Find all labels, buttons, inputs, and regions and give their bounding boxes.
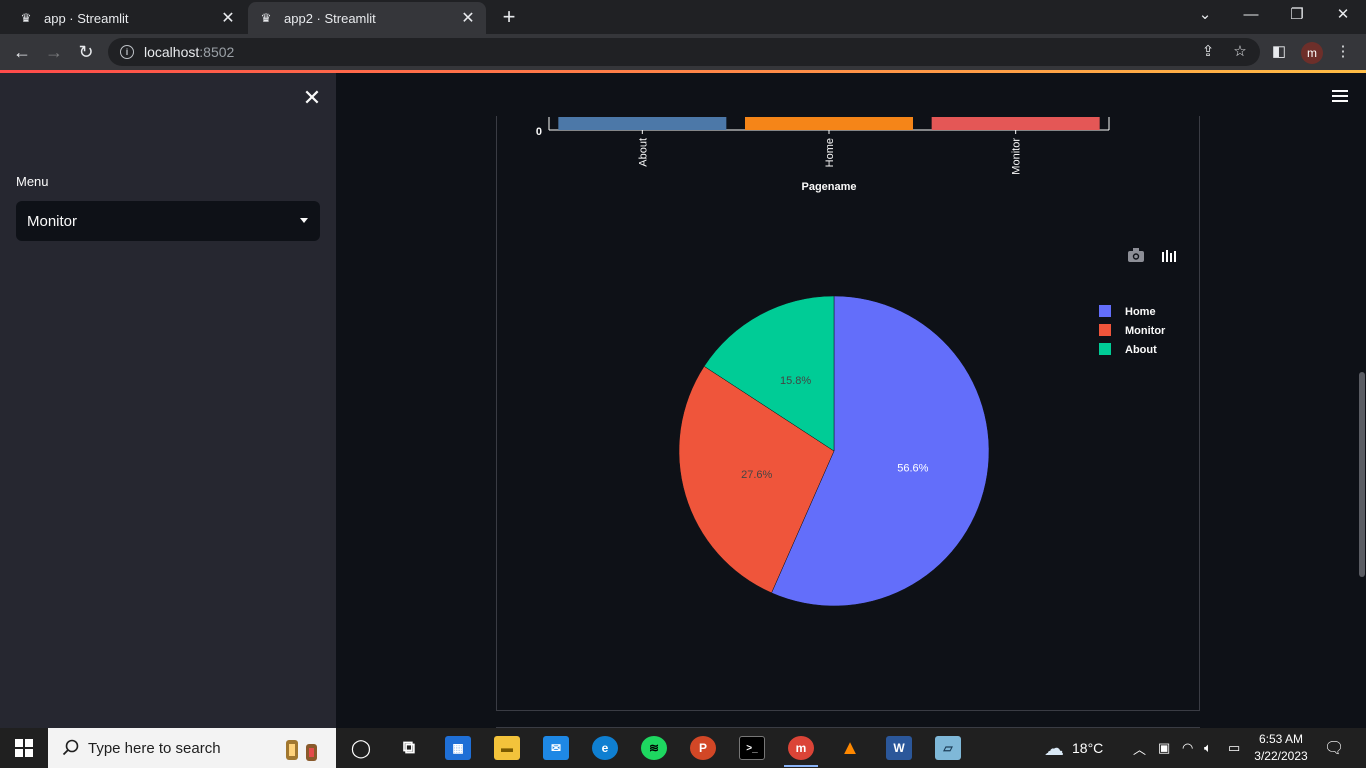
close-tab-icon[interactable]: ✕ bbox=[220, 8, 236, 28]
bar bbox=[745, 117, 913, 130]
lantern-decoration-icon bbox=[286, 740, 317, 761]
windows-start-icon[interactable] bbox=[0, 728, 48, 768]
show-hidden-icons-icon[interactable]: ︿ bbox=[1133, 728, 1146, 768]
menu-selectbox[interactable]: Monitor bbox=[16, 201, 320, 241]
legend-swatch bbox=[1099, 343, 1111, 355]
legend-item[interactable]: About bbox=[1125, 344, 1157, 356]
wifi-icon[interactable]: ◠ bbox=[1182, 728, 1193, 768]
x-tick-label: About bbox=[637, 138, 649, 167]
menu-label: Menu bbox=[16, 174, 49, 189]
volume-icon[interactable]: 🔈︎ bbox=[1204, 728, 1212, 768]
word-icon[interactable]: W bbox=[886, 736, 912, 760]
bookmark-star-icon[interactable]: ☆ bbox=[1229, 42, 1251, 60]
notifications-icon[interactable]: 🗨︎ bbox=[1324, 728, 1344, 768]
main-content: About Home Monitor 0 Pagename 56.6% 27.6% 15… bbox=[336, 73, 1366, 728]
tab-app2[interactable]: ♛ app2 · Streamlit ✕ bbox=[248, 2, 486, 34]
side-panel-icon[interactable]: ◧ bbox=[1268, 42, 1290, 60]
sidebar: ✕ Menu Monitor bbox=[0, 73, 336, 728]
legend-item[interactable]: Home bbox=[1125, 306, 1156, 318]
legend-item[interactable]: Monitor bbox=[1125, 325, 1166, 337]
y-tick-label: 0 bbox=[536, 126, 542, 138]
browser-menu-icon[interactable]: ⋮ bbox=[1332, 42, 1354, 60]
restore-icon[interactable]: ❐ bbox=[1274, 4, 1320, 26]
cortana-icon[interactable]: ◯ bbox=[348, 736, 374, 760]
x-axis-title: Pagename bbox=[801, 181, 856, 193]
x-tick-label: Monitor bbox=[1011, 138, 1023, 175]
search-placeholder: Type here to search bbox=[88, 739, 221, 757]
windows-taskbar: Type here to search ◯ ⧉ ▦ ▬ ✉ e ≋ P >_ m… bbox=[0, 728, 1366, 768]
bar bbox=[558, 117, 727, 130]
powerpoint-icon[interactable]: P bbox=[690, 736, 716, 760]
microsoft-store-icon[interactable]: ▦ bbox=[445, 736, 471, 760]
bar-chart: About Home Monitor 0 Pagename bbox=[536, 117, 1110, 193]
close-tab-icon[interactable]: ✕ bbox=[460, 8, 476, 28]
weather-temp: 18°C bbox=[1072, 740, 1104, 756]
back-icon[interactable]: ← bbox=[10, 40, 34, 64]
file-explorer-icon[interactable]: ▬ bbox=[494, 736, 520, 760]
chrome-icon[interactable]: m bbox=[784, 736, 818, 767]
url-host: localhost bbox=[144, 44, 200, 60]
bar bbox=[931, 117, 1100, 130]
notes-app-icon[interactable]: ▱ bbox=[935, 736, 961, 760]
window-close-icon[interactable]: ✕ bbox=[1320, 4, 1366, 26]
streamlit-crown-icon: ♛ bbox=[20, 11, 32, 25]
scrollbar-thumb[interactable] bbox=[1359, 372, 1365, 577]
mail-icon[interactable]: ✉ bbox=[543, 736, 569, 760]
terminal-icon[interactable]: >_ bbox=[739, 736, 765, 760]
pie-slice-label: 27.6% bbox=[741, 469, 772, 481]
task-view-icon[interactable]: ⧉ bbox=[396, 736, 422, 760]
share-icon[interactable]: ⇪ bbox=[1197, 42, 1219, 60]
pie-chart: 56.6% 27.6% 15.8% Home Monitor About bbox=[678, 248, 1176, 607]
tab-search-icon[interactable]: ⌄ bbox=[1182, 4, 1228, 26]
taskbar-clock[interactable]: 6:53 AM 3/22/2023 bbox=[1248, 731, 1314, 765]
search-icon bbox=[62, 739, 79, 756]
modebar bbox=[1128, 248, 1176, 262]
weather-cloud-icon: ☁ bbox=[1044, 737, 1064, 760]
spotify-icon[interactable]: ≋ bbox=[641, 736, 667, 760]
selectbox-value: Monitor bbox=[27, 212, 78, 230]
reload-icon[interactable]: ↻ bbox=[74, 40, 98, 64]
tab-title: app · Streamlit bbox=[44, 10, 129, 26]
plotly-logo-icon[interactable] bbox=[1162, 250, 1176, 262]
legend-swatch bbox=[1099, 305, 1111, 317]
camera-icon[interactable] bbox=[1128, 248, 1144, 262]
browser-tab-bar: ♛ app · Streamlit ✕ ♛ app2 · Streamlit ✕… bbox=[0, 0, 1366, 34]
meet-now-icon[interactable]: ▣ bbox=[1158, 728, 1170, 768]
forward-icon[interactable]: → bbox=[42, 40, 66, 64]
battery-icon[interactable]: ▭ bbox=[1228, 728, 1240, 768]
taskbar-search[interactable]: Type here to search bbox=[48, 728, 336, 768]
legend-swatch bbox=[1099, 324, 1111, 336]
clock-date: 3/22/2023 bbox=[1254, 749, 1308, 763]
address-bar[interactable]: i localhost:8502 bbox=[108, 38, 1260, 66]
new-tab-icon[interactable]: + bbox=[498, 6, 520, 28]
close-sidebar-icon[interactable]: ✕ bbox=[302, 87, 322, 109]
weather-widget[interactable]: ☁ 18°C bbox=[1044, 728, 1103, 768]
vlc-icon[interactable]: ▲ bbox=[837, 736, 863, 760]
minimize-icon[interactable]: — bbox=[1228, 4, 1274, 26]
browser-toolbar: ← → ↻ i localhost:8502 ⇪ ☆ ◧ bbox=[0, 34, 1366, 70]
site-info-icon[interactable]: i bbox=[120, 45, 134, 59]
url-port: :8502 bbox=[199, 44, 235, 60]
chevron-down-icon bbox=[300, 218, 308, 223]
x-tick-label: Home bbox=[824, 138, 836, 167]
clock-time: 6:53 AM bbox=[1258, 732, 1304, 746]
profile-avatar[interactable]: m bbox=[1301, 42, 1323, 64]
pie-slice-label: 56.6% bbox=[897, 463, 928, 475]
streamlit-crown-icon: ♛ bbox=[260, 11, 272, 25]
edge-icon[interactable]: e bbox=[592, 736, 618, 760]
tab-title: app2 · Streamlit bbox=[284, 10, 376, 26]
tab-app[interactable]: ♛ app · Streamlit ✕ bbox=[8, 2, 246, 34]
pie-slice-label: 15.8% bbox=[780, 375, 811, 387]
